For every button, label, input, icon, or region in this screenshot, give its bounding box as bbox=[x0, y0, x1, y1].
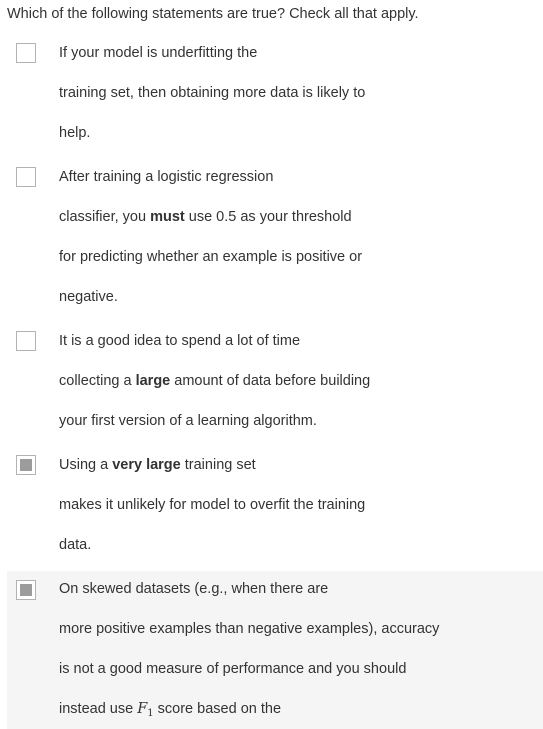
option-1-line-3: help. bbox=[59, 125, 91, 141]
option-1[interactable]: If your model is underfitting the traini… bbox=[7, 34, 543, 154]
option-5[interactable]: On skewed datasets (e.g., when there are… bbox=[7, 571, 543, 729]
option-3-line-2: collecting a large amount of data before… bbox=[59, 373, 371, 389]
option-2-line-4: negative. bbox=[59, 289, 118, 305]
emphasis-very-large: very large bbox=[112, 457, 181, 473]
option-3-line-3: your first version of a learning algorit… bbox=[59, 413, 317, 429]
option-4-line-3: data. bbox=[59, 537, 92, 553]
option-1-line-1: If your model is underfitting the bbox=[59, 45, 258, 61]
option-5-line-2: more positive examples than negative exa… bbox=[59, 621, 440, 637]
option-2-checkbox[interactable] bbox=[16, 167, 36, 187]
option-5-line-3: is not a good measure of performance and… bbox=[59, 661, 407, 677]
option-3[interactable]: It is a good idea to spend a lot of time… bbox=[7, 322, 543, 442]
option-4-line-2: makes it unlikely for model to overfit t… bbox=[59, 497, 366, 513]
option-2[interactable]: After training a logistic regression cla… bbox=[7, 158, 543, 318]
option-3-checkbox[interactable] bbox=[16, 331, 36, 351]
option-5-line-4: instead use F1 score based on the bbox=[59, 701, 282, 719]
emphasis-large: large bbox=[135, 373, 171, 389]
question-text: Which of the following statements are tr… bbox=[7, 6, 419, 22]
option-2-line-2: classifier, you must use 0.5 as your thr… bbox=[59, 209, 352, 225]
option-2-line-3: for predicting whether an example is pos… bbox=[59, 249, 363, 265]
f1-symbol: F1 bbox=[137, 701, 154, 719]
option-5-line-1: On skewed datasets (e.g., when there are bbox=[59, 581, 329, 597]
option-5-checkbox[interactable] bbox=[16, 580, 36, 600]
option-1-line-2: training set, then obtaining more data i… bbox=[59, 85, 366, 101]
option-4[interactable]: Using a very large training set makes it… bbox=[7, 446, 543, 566]
option-4-line-1: Using a very large training set bbox=[59, 457, 256, 473]
emphasis-must: must bbox=[150, 209, 185, 225]
option-2-line-1: After training a logistic regression bbox=[59, 169, 274, 185]
option-4-checkbox[interactable] bbox=[16, 455, 36, 475]
option-3-line-1: It is a good idea to spend a lot of time bbox=[59, 333, 301, 349]
option-1-checkbox[interactable] bbox=[16, 43, 36, 63]
